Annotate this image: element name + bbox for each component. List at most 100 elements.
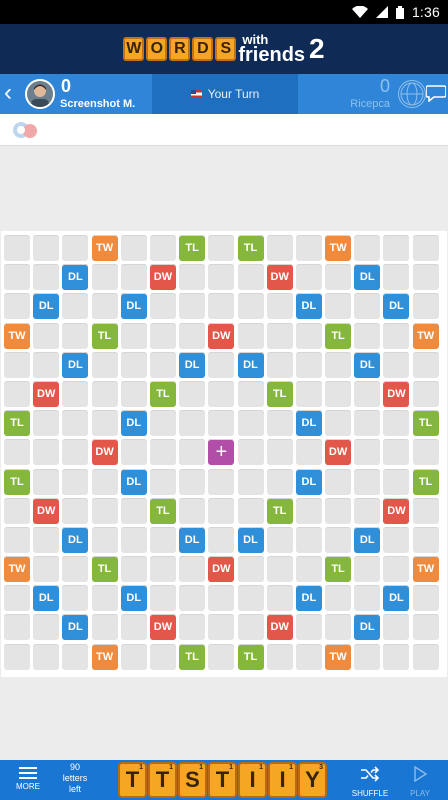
board-cell[interactable] <box>412 235 439 261</box>
board-cell[interactable] <box>354 439 381 466</box>
board-cell[interactable] <box>33 322 60 349</box>
board-cell-dw[interactable]: DW <box>266 264 293 291</box>
board-cell-dw[interactable]: DW <box>149 264 176 291</box>
board-cell-dl[interactable]: DL <box>120 585 147 612</box>
board-cell[interactable] <box>412 293 439 320</box>
board-cell[interactable] <box>266 235 293 261</box>
board-cell[interactable] <box>412 351 439 378</box>
board-cell-dl[interactable]: DL <box>62 264 89 291</box>
board-cell[interactable] <box>33 556 60 583</box>
board-cell[interactable] <box>383 556 410 583</box>
board-cell[interactable] <box>179 293 206 320</box>
board-cell[interactable] <box>266 643 293 670</box>
board-cell[interactable] <box>62 439 89 466</box>
board-cell[interactable] <box>237 322 264 349</box>
board-cell-dw[interactable]: DW <box>266 614 293 641</box>
board-cell[interactable] <box>266 410 293 437</box>
board-cell[interactable] <box>354 235 381 261</box>
board-cell-tl[interactable]: TL <box>325 556 352 583</box>
board-cell[interactable] <box>120 235 147 261</box>
board-cell[interactable] <box>266 585 293 612</box>
board-cell-dl[interactable]: DL <box>179 351 206 378</box>
board-cell[interactable] <box>354 585 381 612</box>
board-cell[interactable] <box>237 380 264 407</box>
board-cell-dw[interactable]: DW <box>208 556 235 583</box>
board-cell[interactable] <box>149 468 176 495</box>
board-cell[interactable] <box>91 351 118 378</box>
chat-bubble-icon[interactable] <box>425 84 447 103</box>
board-cell[interactable] <box>354 322 381 349</box>
board-cell[interactable] <box>354 293 381 320</box>
board-cell[interactable] <box>354 556 381 583</box>
board-cell[interactable] <box>325 264 352 291</box>
board-cell-tw[interactable]: TW <box>325 235 352 261</box>
board-cell[interactable] <box>179 264 206 291</box>
board-cell[interactable] <box>179 614 206 641</box>
board-cell-dw[interactable]: DW <box>149 614 176 641</box>
rack-tile[interactable]: I1 <box>238 762 267 798</box>
board-cell[interactable] <box>295 264 322 291</box>
board-cell[interactable] <box>120 614 147 641</box>
play-button[interactable]: PLAY <box>400 765 440 798</box>
board-cell-dl[interactable]: DL <box>179 526 206 553</box>
board-cell[interactable] <box>33 526 60 553</box>
rack-tile[interactable]: T1 <box>148 762 177 798</box>
board-cell-tl[interactable]: TL <box>149 380 176 407</box>
board-cell[interactable] <box>237 585 264 612</box>
board-cell[interactable] <box>295 526 322 553</box>
board-cell[interactable] <box>4 585 30 612</box>
board-cell[interactable] <box>4 643 30 670</box>
boost-tools-icon[interactable] <box>12 120 40 140</box>
board-cell-tw[interactable]: TW <box>4 322 30 349</box>
board-cell[interactable] <box>62 497 89 524</box>
board-cell[interactable] <box>62 293 89 320</box>
board-cell-tl[interactable]: TL <box>4 468 30 495</box>
board-cell[interactable] <box>237 614 264 641</box>
board-cell[interactable] <box>91 614 118 641</box>
board-cell[interactable] <box>208 293 235 320</box>
board-cell[interactable] <box>237 468 264 495</box>
board-cell-tw[interactable]: TW <box>325 643 352 670</box>
board-cell-dl[interactable]: DL <box>354 526 381 553</box>
board-cell-dw[interactable]: DW <box>383 497 410 524</box>
board-cell[interactable] <box>120 439 147 466</box>
board-cell[interactable] <box>33 264 60 291</box>
board-cell[interactable] <box>4 235 30 261</box>
board-cell[interactable] <box>325 410 352 437</box>
opponent-avatar-globe-icon[interactable] <box>398 80 426 108</box>
board-cell[interactable] <box>62 643 89 670</box>
board-cell-dl[interactable]: DL <box>33 585 60 612</box>
board-cell[interactable] <box>4 293 30 320</box>
board-cell[interactable] <box>325 585 352 612</box>
board-cell[interactable] <box>120 322 147 349</box>
board-cell[interactable] <box>120 497 147 524</box>
board-cell[interactable] <box>208 351 235 378</box>
board-cell[interactable] <box>266 322 293 349</box>
board-cell-dl[interactable]: DL <box>120 410 147 437</box>
board-cell-tl[interactable]: TL <box>179 235 206 261</box>
board-cell[interactable] <box>237 439 264 466</box>
board-cell-dl[interactable]: DL <box>62 526 89 553</box>
board-cell[interactable] <box>33 351 60 378</box>
board-cell[interactable] <box>237 410 264 437</box>
board-cell[interactable] <box>149 556 176 583</box>
board-cell[interactable] <box>33 235 60 261</box>
board-cell[interactable] <box>295 235 322 261</box>
board-cell-dl[interactable]: DL <box>295 293 322 320</box>
board-cell[interactable] <box>237 497 264 524</box>
board-cell-dl[interactable]: DL <box>62 351 89 378</box>
board-cell[interactable] <box>325 351 352 378</box>
board-cell[interactable] <box>325 380 352 407</box>
board-cell[interactable] <box>237 556 264 583</box>
board-cell-dl[interactable]: DL <box>354 351 381 378</box>
board-cell[interactable] <box>383 322 410 349</box>
board-cell[interactable] <box>91 410 118 437</box>
board-cell[interactable] <box>208 410 235 437</box>
board-cell-tl[interactable]: TL <box>325 322 352 349</box>
board-cell-tw[interactable]: TW <box>4 556 30 583</box>
board-cell[interactable] <box>266 556 293 583</box>
board-cell-dl[interactable]: DL <box>295 468 322 495</box>
board-cell[interactable] <box>149 526 176 553</box>
board-cell[interactable] <box>62 235 89 261</box>
board-cell[interactable] <box>208 643 235 670</box>
